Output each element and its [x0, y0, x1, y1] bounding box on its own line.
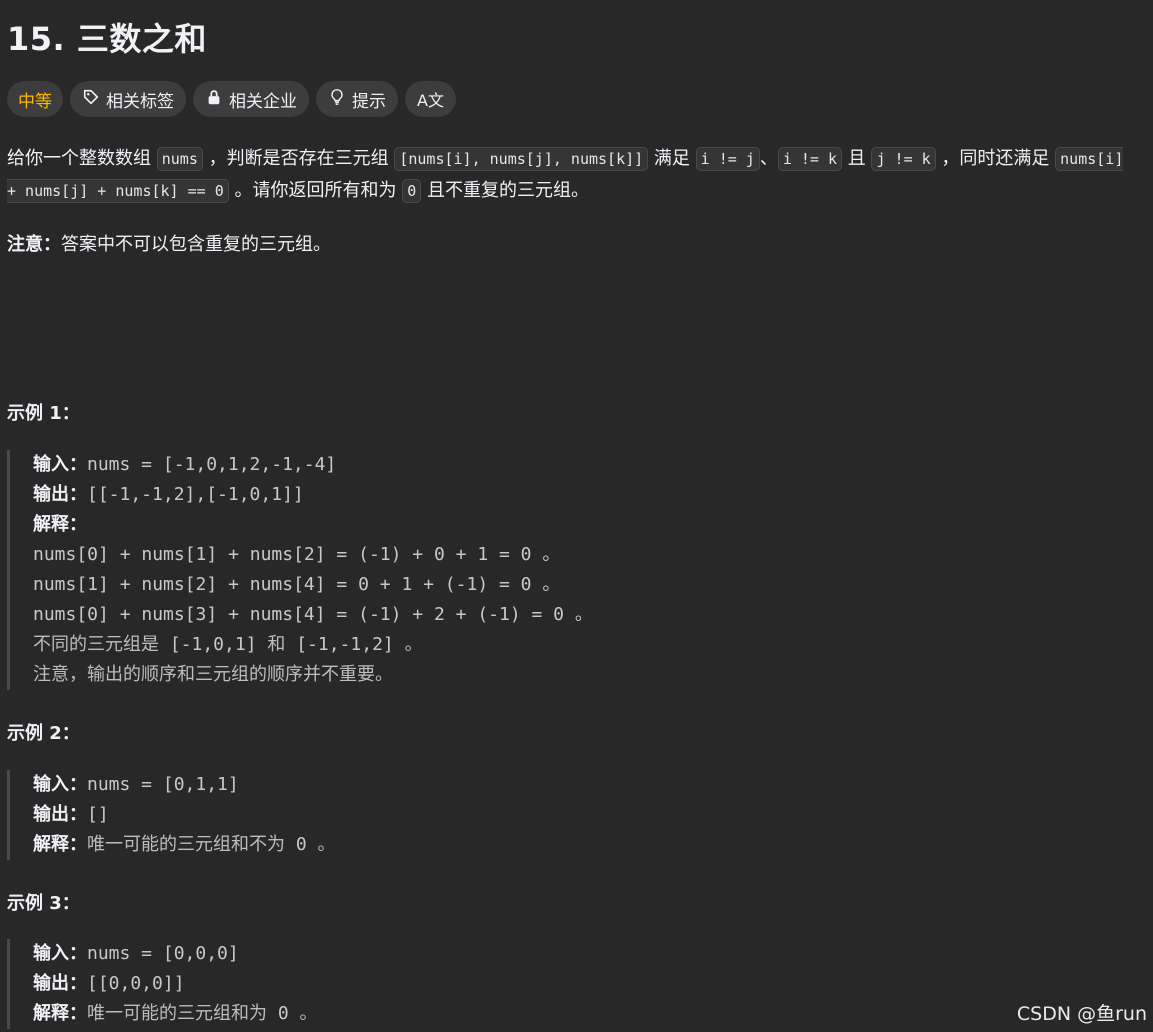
- lock-icon: [205, 88, 223, 111]
- inline-code: i != j: [695, 147, 760, 171]
- input-value: nums = [0,1,1]: [87, 774, 239, 795]
- input-value: nums = [-1,0,1,2,-1,-4]: [87, 454, 337, 475]
- explain-label: 解释：: [33, 514, 87, 535]
- hint-label: 提示: [352, 91, 386, 112]
- related-companies-button[interactable]: 相关企业: [193, 81, 309, 117]
- note-text: 答案中不可以包含重复的三元组。: [61, 234, 331, 255]
- example-1-title: 示例 1：: [7, 403, 80, 424]
- problem-title[interactable]: 15. 三数之和: [7, 14, 207, 60]
- explain-line: nums[0] + nums[3] + nums[4] = (-1) + 2 +…: [33, 604, 593, 625]
- input-value: nums = [0,0,0]: [87, 943, 239, 964]
- output-value: [[0,0,0]]: [87, 973, 185, 994]
- statement-text: 。请你返回所有和为: [234, 180, 397, 201]
- example-3-block: 输入：nums = [0,0,0] 输出：[[0,0,0]] 解释：唯一可能的三…: [7, 939, 507, 1029]
- translate-icon: A文: [417, 91, 444, 110]
- watermark: CSDN @鱼run: [1016, 1003, 1147, 1025]
- difficulty-badge: 中等: [7, 81, 63, 117]
- hint-button[interactable]: 提示: [316, 81, 398, 117]
- related-tags-label: 相关标签: [106, 91, 174, 112]
- explain-text: 。: [317, 834, 336, 855]
- difficulty-label: 中等: [18, 91, 52, 112]
- statement-text: 、: [759, 148, 778, 169]
- explain-line: nums[0] + nums[1] + nums[2] = (-1) + 0 +…: [33, 544, 561, 565]
- related-companies-label: 相关企业: [229, 91, 297, 112]
- statement-text: ，判断是否存在三元组: [208, 148, 389, 169]
- explain-text: 和: [267, 634, 286, 655]
- explain-label: 解释：: [33, 1003, 87, 1024]
- explain-line: nums[1] + nums[2] + nums[4] = 0 + 1 + (-…: [33, 574, 561, 595]
- inline-code: nums: [156, 147, 203, 171]
- note-label: 注意：: [7, 234, 61, 255]
- statement-text: 且不重复的三元组。: [426, 180, 589, 201]
- input-label: 输入：: [33, 774, 87, 795]
- explain-text: 唯一可能的三元组和为: [87, 1003, 267, 1024]
- tag-bar: 中等 相关标签 相关企业 提示 A文: [7, 81, 456, 117]
- statement-text: 给你一个整数数组: [7, 148, 151, 169]
- inline-code: i != k: [777, 147, 843, 171]
- explain-label: 解释：: [33, 834, 87, 855]
- explain-text: 唯一可能的三元组和不为: [87, 834, 285, 855]
- note: 注意：答案中不可以包含重复的三元组。: [7, 229, 331, 260]
- inline-code: [nums[i], nums[j], nums[k]]: [394, 147, 649, 171]
- output-value: []: [87, 804, 109, 825]
- explain-mono: 0: [285, 834, 318, 855]
- example-2-title: 示例 2：: [7, 723, 80, 744]
- output-label: 输出：: [33, 973, 87, 994]
- related-tags-button[interactable]: 相关标签: [70, 81, 186, 117]
- output-label: 输出：: [33, 804, 87, 825]
- input-label: 输入：: [33, 943, 87, 964]
- lightbulb-icon: [328, 88, 346, 111]
- inline-code: 0: [402, 179, 422, 203]
- output-label: 输出：: [33, 484, 87, 505]
- statement-text: 满足: [653, 148, 690, 169]
- explain-text: 注意，输出的顺序和三元组的顺序并不重要。: [33, 664, 393, 685]
- output-value: [[-1,-1,2],[-1,0,1]]: [87, 484, 304, 505]
- tag-icon: [82, 88, 100, 111]
- explain-mono: [-1,0,1]: [159, 634, 268, 655]
- translate-button[interactable]: A文: [405, 81, 456, 117]
- problem-statement: 给你一个整数数组 nums ，判断是否存在三元组 [nums[i], nums[…: [7, 143, 1137, 207]
- explain-text: 。: [299, 1003, 318, 1024]
- explain-text: 不同的三元组是: [33, 634, 159, 655]
- explain-mono: [-1,-1,2]: [285, 634, 405, 655]
- inline-code: j != k: [871, 147, 936, 171]
- statement-text: ，同时还满足: [941, 148, 1050, 169]
- statement-text: 且: [847, 148, 866, 169]
- example-1-block: 输入：nums = [-1,0,1,2,-1,-4] 输出：[[-1,-1,2]…: [7, 450, 707, 690]
- example-2-block: 输入：nums = [0,1,1] 输出：[] 解释：唯一可能的三元组和不为 0…: [7, 770, 507, 860]
- example-3-title: 示例 3：: [7, 893, 80, 914]
- explain-text: 。: [404, 634, 423, 655]
- explain-mono: 0: [267, 1003, 300, 1024]
- input-label: 输入：: [33, 454, 87, 475]
